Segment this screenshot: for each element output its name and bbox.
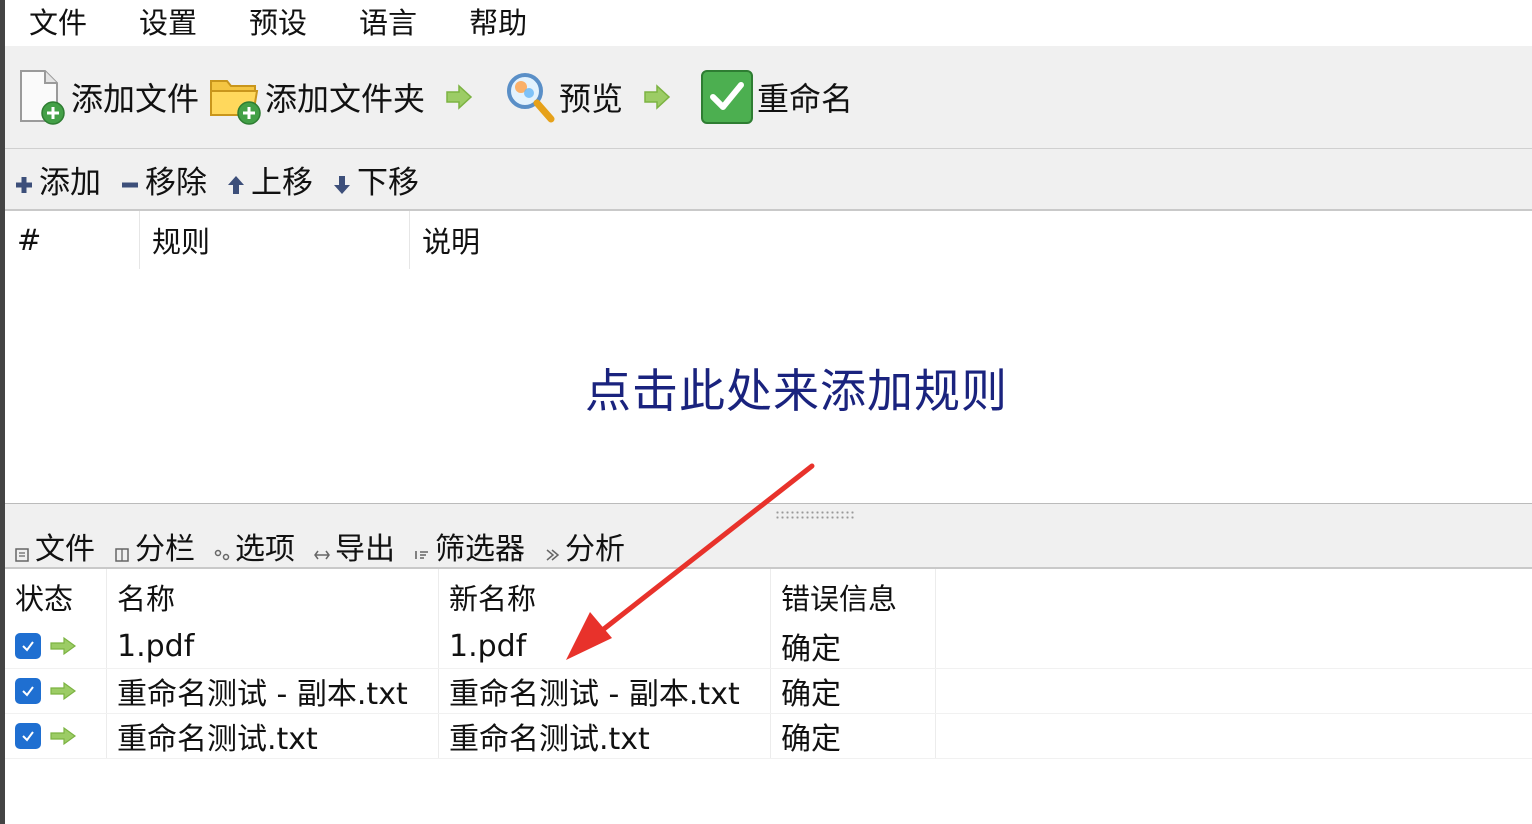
menu-presets[interactable]: 预设 bbox=[243, 0, 313, 46]
table-row[interactable]: 重命名测试.txt 重命名测试.txt 确定 bbox=[5, 714, 1532, 759]
files-table-header: 状态 名称 新名称 错误信息 bbox=[5, 569, 1532, 624]
files-toolbar: 文件 分栏 选项 导出 筛选器 分析 bbox=[5, 525, 1532, 569]
status-arrow-icon bbox=[49, 674, 77, 709]
files-menu-icon bbox=[13, 537, 31, 562]
folder-plus-icon bbox=[209, 67, 261, 127]
filter-menu-label: 筛选器 bbox=[435, 532, 525, 567]
add-rule-button[interactable]: 添加 bbox=[13, 157, 101, 202]
rules-toolbar: 添加 移除 上移 下移 bbox=[5, 149, 1532, 211]
menu-language[interactable]: 语言 bbox=[353, 0, 423, 46]
row-checkbox[interactable] bbox=[15, 723, 41, 749]
add-rule-label: 添加 bbox=[39, 164, 101, 201]
rules-col-index[interactable]: # bbox=[5, 211, 140, 269]
export-menu-button[interactable]: 导出 bbox=[313, 524, 395, 568]
add-folder-label: 添加文件夹 bbox=[265, 80, 426, 118]
green-arrow-icon bbox=[641, 82, 673, 112]
add-file-button[interactable]: 添加文件 bbox=[15, 62, 199, 132]
rules-col-description[interactable]: 说明 bbox=[410, 211, 1532, 269]
file-error: 确定 bbox=[771, 624, 936, 668]
move-up-button[interactable]: 上移 bbox=[225, 157, 313, 202]
arrow-up-icon bbox=[225, 168, 247, 194]
filter-menu-button[interactable]: 筛选器 bbox=[413, 524, 525, 568]
preview-label: 预览 bbox=[559, 80, 624, 118]
panel-splitter[interactable] bbox=[5, 503, 1532, 525]
arrow-down-icon bbox=[331, 168, 353, 194]
filter-icon bbox=[413, 537, 431, 559]
move-down-label: 下移 bbox=[357, 164, 419, 201]
rename-label: 重命名 bbox=[757, 80, 854, 118]
status-cell bbox=[5, 714, 107, 758]
green-arrow-icon bbox=[443, 82, 475, 112]
export-icon bbox=[313, 537, 331, 560]
preview-button[interactable]: 预览 bbox=[503, 62, 623, 132]
files-table: 状态 名称 新名称 错误信息 1.pdf 1.pdf 确定 重命名测试 - 副本… bbox=[5, 569, 1532, 824]
rules-table-header: # 规则 说明 bbox=[5, 211, 1532, 269]
columns-icon bbox=[113, 537, 131, 562]
options-menu-label: 选项 bbox=[235, 532, 295, 567]
col-new-name[interactable]: 新名称 bbox=[439, 569, 771, 624]
table-row[interactable]: 1.pdf 1.pdf 确定 bbox=[5, 624, 1532, 669]
rename-button[interactable]: 重命名 bbox=[701, 62, 853, 132]
files-menu-label: 文件 bbox=[35, 532, 95, 567]
analyze-menu-button[interactable]: 分析 bbox=[543, 524, 625, 568]
menu-help[interactable]: 帮助 bbox=[463, 0, 533, 46]
files-menu-button[interactable]: 文件 bbox=[13, 524, 95, 568]
file-error: 确定 bbox=[771, 669, 936, 713]
row-checkbox[interactable] bbox=[15, 678, 41, 704]
menu-file[interactable]: 文件 bbox=[23, 0, 93, 46]
magnifier-icon bbox=[503, 67, 555, 127]
add-file-label: 添加文件 bbox=[71, 80, 200, 118]
main-toolbar: 添加文件 添加文件夹 预览 重命名 bbox=[5, 46, 1532, 149]
rules-col-rule[interactable]: 规则 bbox=[140, 211, 410, 269]
move-down-button[interactable]: 下移 bbox=[331, 157, 419, 202]
remove-rule-label: 移除 bbox=[145, 164, 207, 201]
status-arrow-icon bbox=[49, 629, 77, 664]
file-name: 重命名测试.txt bbox=[107, 714, 439, 758]
plus-icon bbox=[13, 168, 35, 193]
green-check-icon bbox=[701, 67, 754, 127]
options-icon bbox=[213, 537, 231, 561]
document-plus-icon bbox=[15, 67, 67, 127]
col-error[interactable]: 错误信息 bbox=[771, 569, 936, 624]
move-up-label: 上移 bbox=[251, 164, 313, 201]
table-row[interactable]: 重命名测试 - 副本.txt 重命名测试 - 副本.txt 确定 bbox=[5, 669, 1532, 714]
file-error: 确定 bbox=[771, 714, 936, 758]
analyze-menu-label: 分析 bbox=[565, 532, 625, 567]
remove-rule-button[interactable]: 移除 bbox=[119, 157, 207, 202]
add-rule-placeholder[interactable]: 点击此处来添加规则 bbox=[585, 355, 1008, 421]
analyze-icon bbox=[543, 537, 561, 561]
col-status[interactable]: 状态 bbox=[5, 569, 107, 624]
col-name[interactable]: 名称 bbox=[107, 569, 439, 624]
menu-settings[interactable]: 设置 bbox=[133, 0, 203, 46]
file-new-name: 1.pdf bbox=[439, 624, 771, 668]
file-name: 重命名测试 - 副本.txt bbox=[107, 669, 439, 713]
status-arrow-icon bbox=[49, 719, 77, 754]
status-cell bbox=[5, 669, 107, 713]
file-new-name: 重命名测试.txt bbox=[439, 714, 771, 758]
options-menu-button[interactable]: 选项 bbox=[213, 524, 295, 568]
minus-icon bbox=[119, 168, 141, 190]
file-name: 1.pdf bbox=[107, 624, 439, 668]
row-checkbox[interactable] bbox=[15, 633, 41, 659]
menu-bar: 文件 设置 预设 语言 帮助 bbox=[5, 0, 1532, 46]
status-cell bbox=[5, 624, 107, 668]
add-folder-button[interactable]: 添加文件夹 bbox=[209, 62, 425, 132]
export-menu-label: 导出 bbox=[335, 532, 395, 567]
splitter-grip[interactable] bbox=[775, 510, 855, 520]
columns-menu-button[interactable]: 分栏 bbox=[113, 524, 195, 568]
columns-menu-label: 分栏 bbox=[135, 532, 195, 567]
file-new-name: 重命名测试 - 副本.txt bbox=[439, 669, 771, 713]
